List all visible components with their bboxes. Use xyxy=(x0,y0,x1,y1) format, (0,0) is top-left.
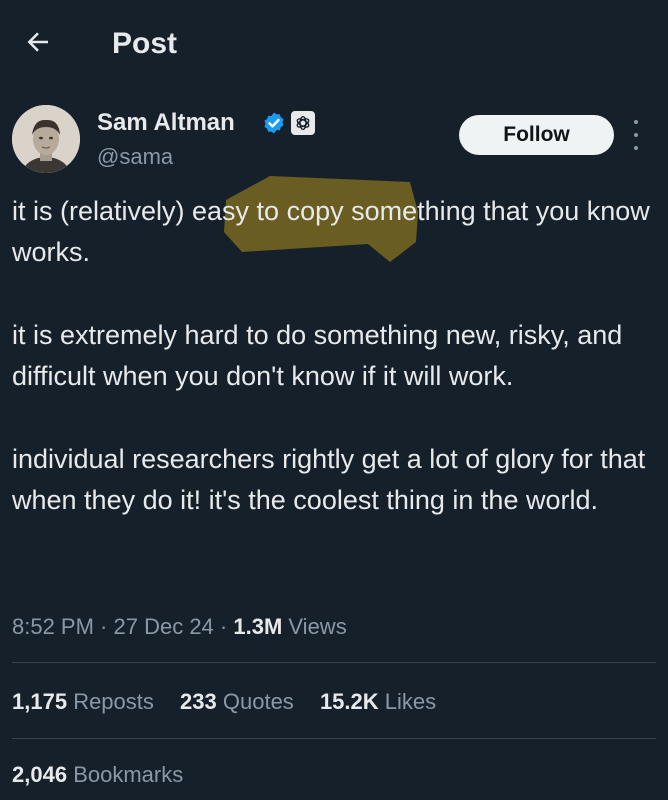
tweet-text: it is (relatively) easy to copy somethin… xyxy=(12,191,662,563)
page-title: Post xyxy=(112,27,178,60)
arrow-left-icon xyxy=(27,32,48,52)
avatar[interactable] xyxy=(12,105,80,173)
top-bar: Post xyxy=(0,0,668,84)
views-count: 1.3M xyxy=(233,614,283,639)
engagement-stats: 1,175 Reposts 233 Quotes 15.2K Likes xyxy=(12,687,456,717)
openai-logo-icon[interactable] xyxy=(291,111,315,135)
divider xyxy=(12,738,656,739)
bookmarks-stat[interactable]: 2,046 Bookmarks xyxy=(12,760,183,790)
back-button[interactable] xyxy=(18,22,58,62)
post-meta: 8:52 PM · 27 Dec 24 · 1.3M Views xyxy=(12,614,347,639)
more-options-icon[interactable] xyxy=(626,120,646,150)
quotes-stat[interactable]: 233 Quotes xyxy=(180,687,294,717)
verified-badge-icon xyxy=(264,112,284,134)
post-date[interactable]: 27 Dec 24 xyxy=(114,614,214,639)
divider xyxy=(12,662,656,663)
likes-stat[interactable]: 15.2K Likes xyxy=(320,687,436,717)
author-handle[interactable]: @sama xyxy=(97,143,173,171)
tweet-paragraph: it is (relatively) easy to copy somethin… xyxy=(12,196,650,267)
follow-button[interactable]: Follow xyxy=(459,115,614,155)
tweet-paragraph: individual researchers rightly get a lot… xyxy=(12,444,646,515)
tweet-paragraph: it is extremely hard to do something new… xyxy=(12,320,623,391)
reposts-stat[interactable]: 1,175 Reposts xyxy=(12,687,154,717)
post-time[interactable]: 8:52 PM xyxy=(12,614,94,639)
views-label: Views xyxy=(288,614,347,639)
author-name[interactable]: Sam Altman xyxy=(97,108,235,138)
